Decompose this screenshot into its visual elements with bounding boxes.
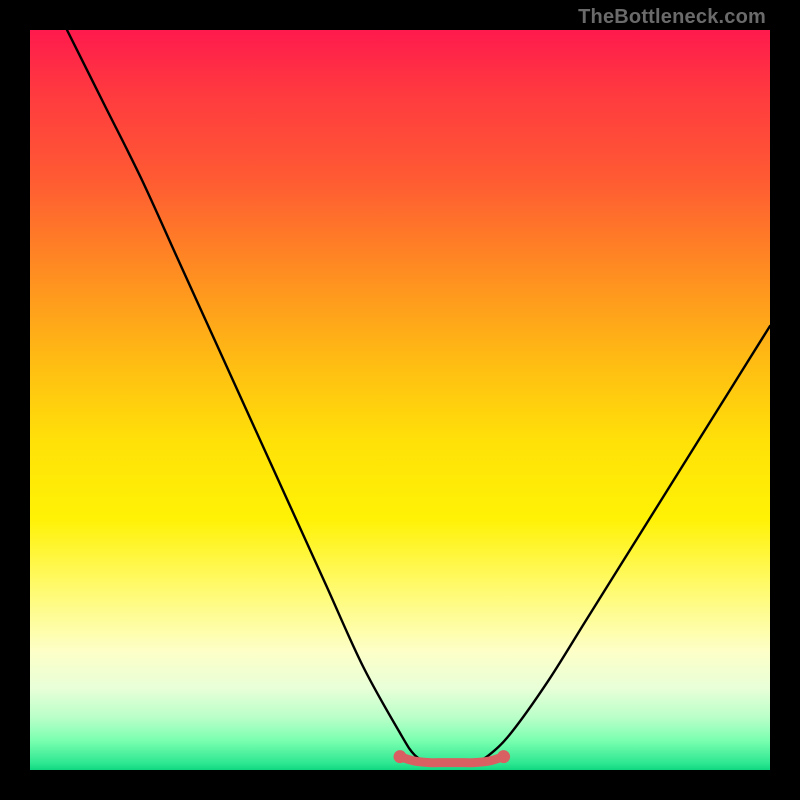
chart-frame: TheBottleneck.com	[0, 0, 800, 800]
optimal-endpoint-left	[394, 750, 407, 763]
chart-svg	[30, 30, 770, 770]
chart-plot-area	[30, 30, 770, 770]
optimal-segment	[400, 757, 504, 763]
bottleneck-curve	[67, 30, 770, 763]
optimal-endpoint-right	[497, 750, 510, 763]
attribution-text: TheBottleneck.com	[578, 6, 766, 29]
